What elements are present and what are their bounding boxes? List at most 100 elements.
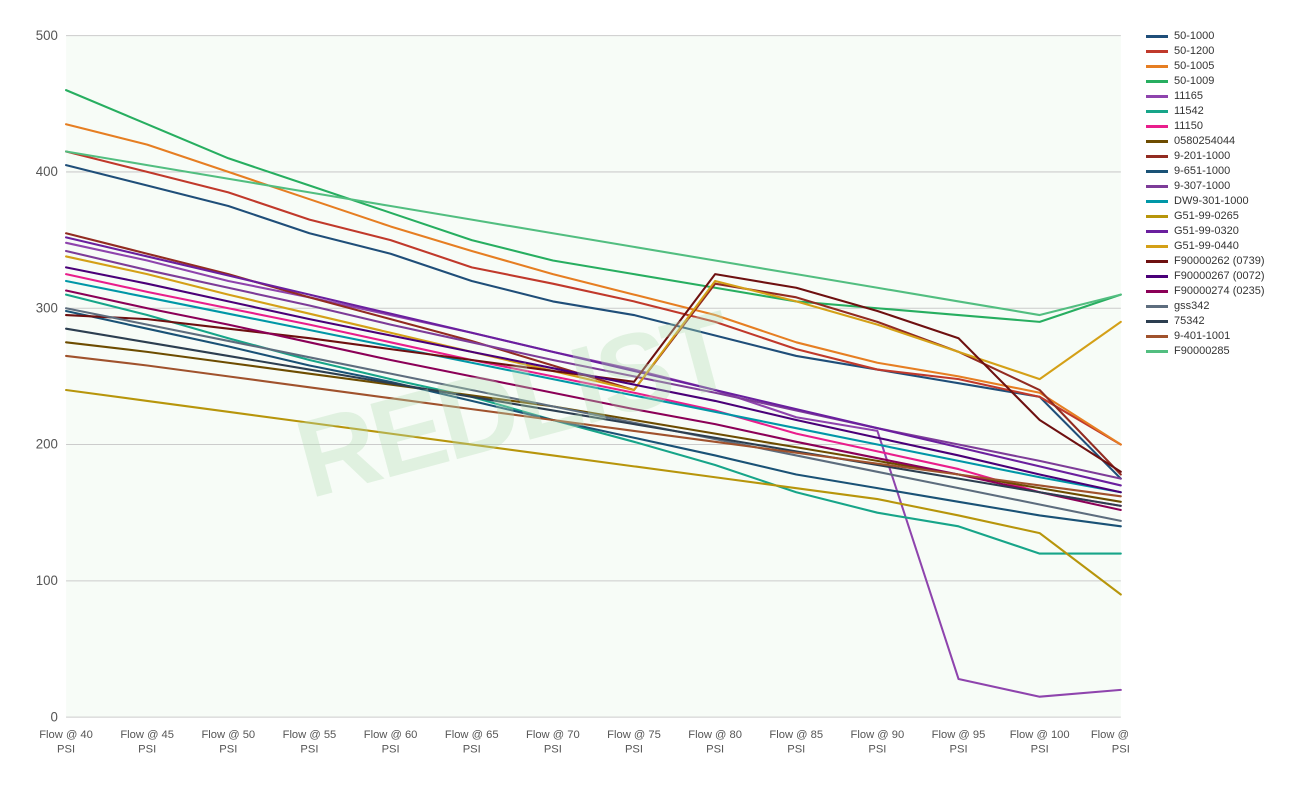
legend-label: G51-99-0320 [1174, 225, 1239, 237]
legend-item: 11150 [1146, 120, 1286, 132]
legend-color [1146, 170, 1168, 173]
legend-color [1146, 185, 1168, 188]
legend-item: 11165 [1146, 90, 1286, 102]
svg-text:PSI: PSI [787, 743, 805, 755]
legend-area: 50-1000 50-1200 50-1005 50-1009 11165 11542 11… [1131, 20, 1286, 790]
legend-color [1146, 245, 1168, 248]
chart-area: REDLIST 0100200300400500Flow @ 40PSIFlow… [10, 20, 1131, 790]
svg-text:Flow @ 60: Flow @ 60 [364, 729, 418, 741]
legend-label: F90000262 (0739) [1174, 255, 1265, 267]
legend-label: 9-651-1000 [1174, 165, 1230, 177]
legend-color [1146, 95, 1168, 98]
legend-color [1146, 335, 1168, 338]
svg-text:PSI: PSI [300, 743, 318, 755]
svg-text:Flow @ 105: Flow @ 105 [1091, 729, 1131, 741]
svg-text:500: 500 [36, 28, 58, 43]
legend-label: 50-1009 [1174, 75, 1214, 87]
legend-color [1146, 65, 1168, 68]
legend-label: 9-307-1000 [1174, 180, 1230, 192]
legend-color [1146, 140, 1168, 143]
legend-item: 75342 [1146, 315, 1286, 327]
legend-color [1146, 275, 1168, 278]
legend-color [1146, 200, 1168, 203]
legend-label: 9-201-1000 [1174, 150, 1230, 162]
legend-item: 50-1200 [1146, 45, 1286, 57]
legend-color [1146, 35, 1168, 38]
legend-item: F90000267 (0072) [1146, 270, 1286, 282]
svg-text:Flow @ 45: Flow @ 45 [120, 729, 174, 741]
svg-text:Flow @ 90: Flow @ 90 [851, 729, 905, 741]
legend-item: DW9-301-1000 [1146, 195, 1286, 207]
svg-text:PSI: PSI [382, 743, 400, 755]
svg-text:Flow @ 80: Flow @ 80 [688, 729, 742, 741]
legend-label: 75342 [1174, 315, 1205, 327]
legend-color [1146, 320, 1168, 323]
svg-text:Flow @ 100: Flow @ 100 [1010, 729, 1070, 741]
svg-text:PSI: PSI [706, 743, 724, 755]
legend-item: 50-1005 [1146, 60, 1286, 72]
legend-label: 50-1000 [1174, 30, 1214, 42]
svg-text:PSI: PSI [868, 743, 886, 755]
legend-color [1146, 215, 1168, 218]
legend-label: 11165 [1174, 90, 1203, 102]
legend-item: 9-201-1000 [1146, 150, 1286, 162]
svg-text:PSI: PSI [1031, 743, 1049, 755]
legend-color [1146, 110, 1168, 113]
legend-label: 0580254044 [1174, 135, 1235, 147]
legend-item: F90000285 [1146, 345, 1286, 357]
legend-label: 9-401-1001 [1174, 330, 1230, 342]
legend-label: F90000285 [1174, 345, 1230, 357]
legend-label: 11542 [1174, 105, 1204, 117]
svg-text:PSI: PSI [463, 743, 481, 755]
svg-text:400: 400 [36, 164, 58, 179]
svg-text:Flow @ 55: Flow @ 55 [283, 729, 337, 741]
legend-item: 50-1009 [1146, 75, 1286, 87]
legend-color [1146, 260, 1168, 263]
legend-item: G51-99-0440 [1146, 240, 1286, 252]
legend-color [1146, 80, 1168, 83]
legend-item: G51-99-0320 [1146, 225, 1286, 237]
legend-item: 9-307-1000 [1146, 180, 1286, 192]
svg-text:PSI: PSI [950, 743, 968, 755]
svg-text:Flow @ 85: Flow @ 85 [769, 729, 823, 741]
legend-item: F90000274 (0235) [1146, 285, 1286, 297]
legend-label: F90000274 (0235) [1174, 285, 1265, 297]
legend-label: 11150 [1174, 120, 1203, 132]
chart-svg: 0100200300400500Flow @ 40PSIFlow @ 45PSI… [10, 20, 1131, 790]
svg-text:100: 100 [36, 573, 58, 588]
legend-color [1146, 350, 1168, 353]
legend-label: 50-1200 [1174, 45, 1214, 57]
legend-color [1146, 155, 1168, 158]
legend-label: 50-1005 [1174, 60, 1214, 72]
legend-color [1146, 230, 1168, 233]
legend-label: G51-99-0265 [1174, 210, 1239, 222]
svg-text:200: 200 [36, 437, 58, 452]
svg-text:Flow @ 70: Flow @ 70 [526, 729, 580, 741]
legend-color [1146, 125, 1168, 128]
legend-item: gss342 [1146, 300, 1286, 312]
svg-text:PSI: PSI [138, 743, 156, 755]
svg-text:Flow @ 65: Flow @ 65 [445, 729, 499, 741]
svg-text:PSI: PSI [219, 743, 237, 755]
chart-container: REDLIST 0100200300400500Flow @ 40PSIFlow… [0, 0, 1296, 800]
legend-color [1146, 290, 1168, 293]
legend-item: 50-1000 [1146, 30, 1286, 42]
legend-item: 9-651-1000 [1146, 165, 1286, 177]
legend-item: 11542 [1146, 105, 1286, 117]
svg-text:PSI: PSI [544, 743, 562, 755]
legend-label: gss342 [1174, 300, 1209, 312]
legend-label: DW9-301-1000 [1174, 195, 1249, 207]
legend-item: 0580254044 [1146, 135, 1286, 147]
svg-text:Flow @ 95: Flow @ 95 [932, 729, 986, 741]
legend-item: F90000262 (0739) [1146, 255, 1286, 267]
legend-color [1146, 305, 1168, 308]
svg-text:Flow @ 50: Flow @ 50 [201, 729, 255, 741]
svg-text:PSI: PSI [625, 743, 643, 755]
legend-item: 9-401-1001 [1146, 330, 1286, 342]
svg-text:PSI: PSI [1112, 743, 1130, 755]
legend-label: F90000267 (0072) [1174, 270, 1265, 282]
svg-text:300: 300 [36, 300, 58, 315]
legend-color [1146, 50, 1168, 53]
legend-item: G51-99-0265 [1146, 210, 1286, 222]
legend-label: G51-99-0440 [1174, 240, 1239, 252]
